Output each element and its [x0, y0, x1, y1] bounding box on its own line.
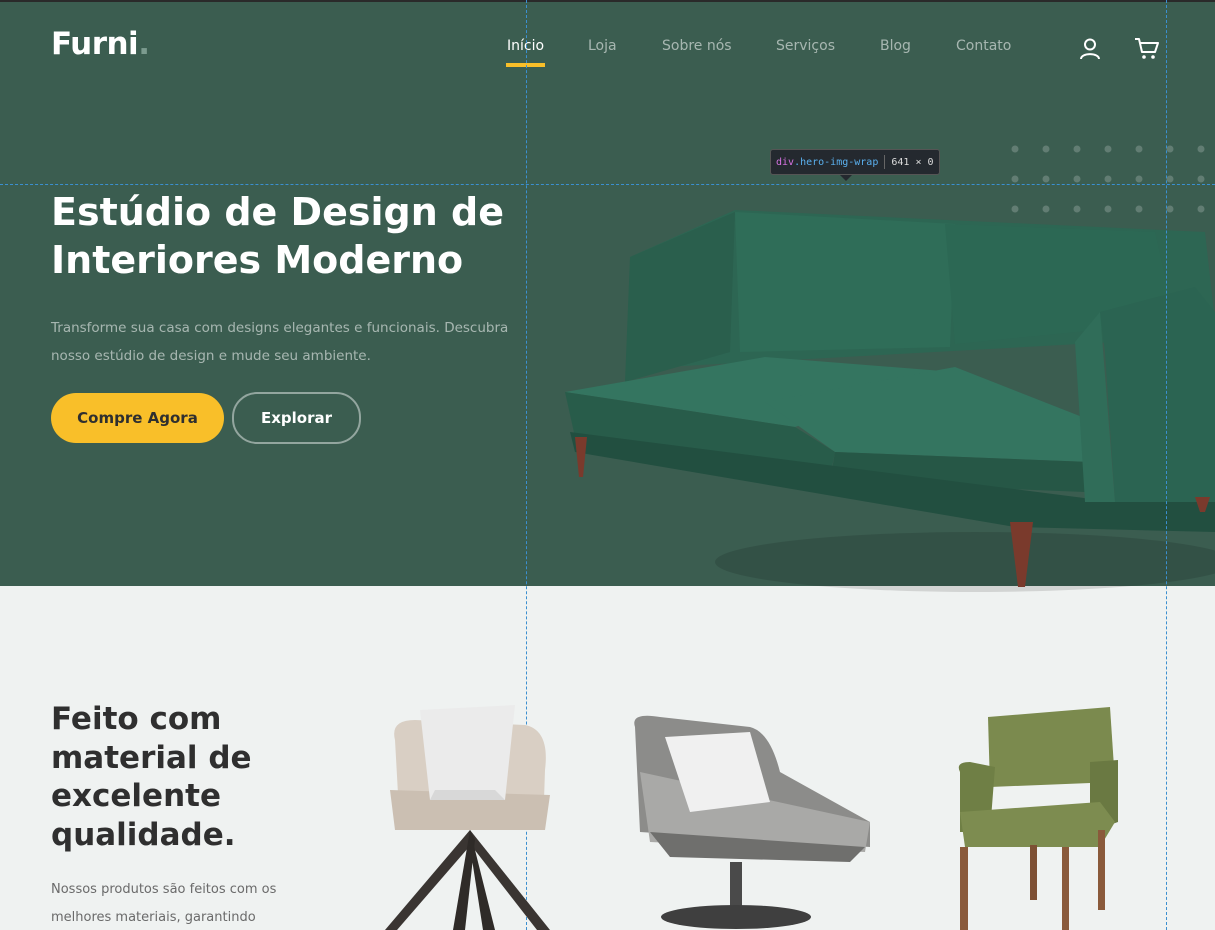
shop-now-button[interactable]: Compre Agora	[51, 393, 224, 443]
nav-item-servicos[interactable]: Serviços	[776, 38, 835, 54]
inspector-size: 641 × 0	[891, 156, 934, 168]
sofa-image	[565, 210, 1215, 592]
product-chair-beige[interactable]	[375, 700, 560, 930]
brand-logo[interactable]: Furni.	[51, 26, 150, 62]
inspector-class: .hero-img-wrap	[794, 156, 879, 168]
nav-item-blog[interactable]: Blog	[880, 38, 911, 54]
user-icon[interactable]	[1078, 36, 1104, 62]
hero-section: Furni. Início Loja Sobre nós Serviços Bl…	[0, 0, 1215, 592]
brand-name: Furni	[51, 26, 139, 62]
section-description: Nossos produtos são feitos com os melhor…	[51, 882, 277, 925]
nav-item-sobre[interactable]: Sobre nós	[662, 38, 732, 54]
element-inspector-tooltip: div .hero-img-wrap 641 × 0	[770, 149, 940, 175]
navbar: Furni. Início Loja Sobre nós Serviços Bl…	[0, 2, 1215, 92]
inspector-tag: div	[776, 156, 795, 168]
inspector-arrow	[840, 175, 852, 181]
hero-description: Transforme sua casa com designs elegante…	[51, 320, 509, 364]
hero-title: Estúdio de Design de Interiores Moderno	[51, 190, 504, 282]
inspector-separator	[884, 155, 886, 169]
explore-button[interactable]: Explorar	[232, 392, 361, 444]
product-chair-green[interactable]	[950, 702, 1125, 930]
cart-icon[interactable]	[1134, 36, 1160, 62]
nav-item-loja[interactable]: Loja	[588, 38, 617, 54]
product-chair-grey[interactable]	[630, 712, 876, 930]
guide-line-right	[1166, 0, 1167, 930]
section-title: Feito com material de excelente qualidad…	[51, 701, 252, 853]
brand-dot: .	[138, 26, 150, 62]
nav-item-contato[interactable]: Contato	[956, 38, 1011, 54]
guide-line-top	[0, 184, 1215, 185]
